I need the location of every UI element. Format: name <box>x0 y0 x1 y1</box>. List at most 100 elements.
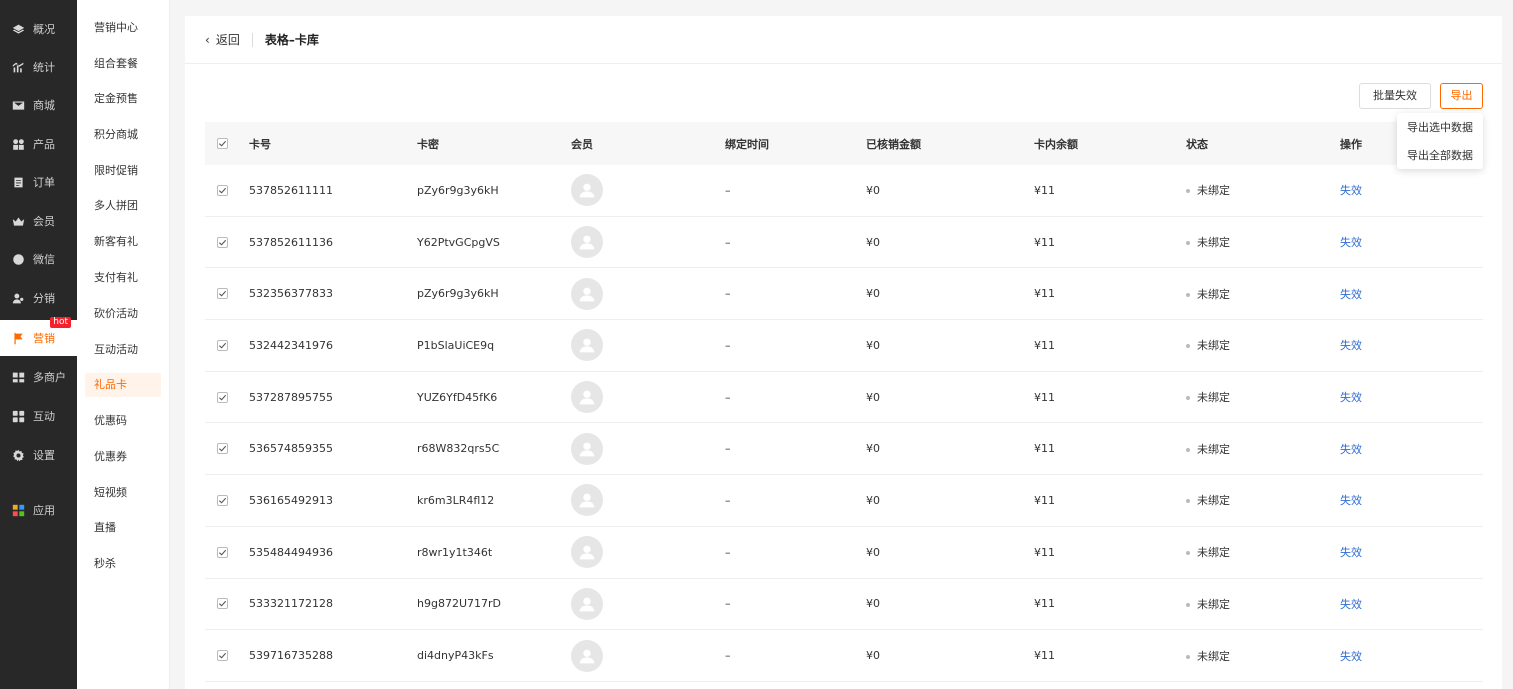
check-icon <box>218 497 227 504</box>
member-cell <box>571 277 725 310</box>
export-selected-item[interactable]: 导出选中数据 <box>1397 115 1483 141</box>
nav1-item-overview[interactable]: 概况 <box>0 11 77 47</box>
row-checkbox[interactable] <box>217 339 228 351</box>
row-checkbox[interactable] <box>217 494 228 506</box>
bind-time: – <box>725 390 731 404</box>
export-all-item[interactable]: 导出全部数据 <box>1397 143 1483 169</box>
nav1-item-stats[interactable]: 统计 <box>0 49 77 85</box>
status-cell: 未绑定 <box>1186 389 1340 405</box>
balance: ¥11 <box>1034 287 1055 301</box>
invalidate-link[interactable]: 失效 <box>1340 650 1362 663</box>
batch-invalidate-button[interactable]: 批量失效 <box>1359 83 1431 109</box>
row-checkbox-cell <box>205 184 249 196</box>
nav2-item-gift-card[interactable]: 礼品卡 <box>85 373 161 397</box>
nav2-item[interactable]: 营销中心 <box>85 16 161 40</box>
row-checkbox-cell <box>205 546 249 558</box>
member-cell <box>571 226 725 259</box>
status-cell: 未绑定 <box>1186 648 1340 664</box>
row-checkbox[interactable] <box>217 650 228 662</box>
user-icon <box>579 494 595 508</box>
nav1-item-members[interactable]: 会员 <box>0 203 77 239</box>
row-checkbox[interactable] <box>217 443 228 455</box>
page-header: ‹ 返回 表格–卡库 <box>185 16 1502 64</box>
card-password: r68W832qrs5C <box>417 442 500 456</box>
user-icon <box>579 545 595 560</box>
used-amount: ¥0 <box>866 442 880 456</box>
chart-icon <box>12 61 25 74</box>
op-cell: 失效 <box>1340 648 1483 664</box>
avatar <box>571 484 603 517</box>
wechat-icon <box>12 253 25 266</box>
invalidate-link[interactable]: 失效 <box>1340 598 1362 611</box>
invalidate-link[interactable]: 失效 <box>1340 184 1362 197</box>
row-checkbox[interactable] <box>217 391 228 403</box>
invalidate-link[interactable]: 失效 <box>1340 236 1362 249</box>
nav1-item-multi-merchant[interactable]: 多商户 <box>0 359 77 395</box>
export-button[interactable]: 导出 <box>1440 83 1483 109</box>
nav1-item-product[interactable]: 产品 <box>0 126 77 162</box>
row-checkbox[interactable] <box>217 598 228 610</box>
used-amount: ¥0 <box>866 390 880 404</box>
nav1-item-interaction[interactable]: 互动 <box>0 398 77 434</box>
balance: ¥11 <box>1034 545 1055 559</box>
row-checkbox[interactable] <box>217 288 228 300</box>
invalidate-link[interactable]: 失效 <box>1340 391 1362 404</box>
invalidate-link[interactable]: 失效 <box>1340 494 1362 507</box>
nav1-item-apps[interactable]: 应用 <box>0 492 77 528</box>
nav1-label: 分销 <box>33 292 55 305</box>
status-cell: 未绑定 <box>1186 596 1340 612</box>
invalidate-link[interactable]: 失效 <box>1340 443 1362 456</box>
back-button[interactable]: ‹ 返回 <box>205 31 240 48</box>
status-text: 未绑定 <box>1197 184 1230 198</box>
nav2-item[interactable]: 定金预售 <box>85 87 161 111</box>
avatar <box>571 432 603 465</box>
table-row: 537287895755 YUZ6YfD45fK6 – ¥0 ¥11 未绑定 失效 <box>205 372 1483 424</box>
nav2-item[interactable]: 砍价活动 <box>85 302 161 326</box>
nav1-item-marketing[interactable]: 营销 hot <box>0 317 77 356</box>
op-cell: 失效 <box>1340 234 1483 250</box>
invalidate-link[interactable]: 失效 <box>1340 339 1362 352</box>
nav2-item[interactable]: 限时促销 <box>85 159 161 183</box>
card-password: kr6m3LR4fl12 <box>417 493 495 507</box>
user-icon <box>579 183 595 198</box>
nav1-label: 互动 <box>33 410 55 423</box>
row-checkbox[interactable] <box>217 236 228 248</box>
check-icon <box>218 394 227 401</box>
invalidate-link[interactable]: 失效 <box>1340 546 1362 559</box>
card-password: YUZ6YfD45fK6 <box>417 390 498 404</box>
nav2-item[interactable]: 优惠券 <box>85 445 161 469</box>
nav1-item-orders[interactable]: 订单 <box>0 164 77 200</box>
invalidate-link[interactable]: 失效 <box>1340 288 1362 301</box>
bind-time: – <box>725 597 731 611</box>
balance: ¥11 <box>1034 597 1055 611</box>
status-text: 未绑定 <box>1197 649 1230 663</box>
nav2-item[interactable]: 互动活动 <box>85 338 161 362</box>
user-icon <box>579 235 595 250</box>
users-icon <box>12 292 25 305</box>
select-all-checkbox[interactable] <box>217 138 228 149</box>
table-row: 537852611136 Y62PtvGCpgVS – ¥0 ¥11 未绑定 失效 <box>205 217 1483 269</box>
row-checkbox[interactable] <box>217 184 228 196</box>
row-checkbox[interactable] <box>217 546 228 558</box>
nav2-item[interactable]: 积分商城 <box>85 123 161 147</box>
nav2-item[interactable]: 多人拼团 <box>85 194 161 218</box>
nav1-item-settings[interactable]: 设置 <box>0 437 77 473</box>
row-checkbox-cell <box>205 339 249 351</box>
status-text: 未绑定 <box>1197 339 1230 353</box>
header-used: 已核销金额 <box>866 137 921 151</box>
op-cell: 失效 <box>1340 596 1483 612</box>
status-cell: 未绑定 <box>1186 234 1340 250</box>
nav1-item-mall[interactable]: 商城 <box>0 87 77 123</box>
nav2-item[interactable]: 秒杀 <box>85 552 161 576</box>
nav1-item-distribution[interactable]: 分销 <box>0 280 77 316</box>
nav2-item[interactable]: 短视频 <box>85 481 161 505</box>
nav2-item[interactable]: 新客有礼 <box>85 230 161 254</box>
header-member: 会员 <box>571 137 593 151</box>
used-amount: ¥0 <box>866 597 880 611</box>
nav1-item-wechat[interactable]: 微信 <box>0 241 77 277</box>
avatar <box>571 536 603 569</box>
nav2-item[interactable]: 优惠码 <box>85 409 161 433</box>
nav2-item[interactable]: 直播 <box>85 516 161 540</box>
nav2-item[interactable]: 支付有礼 <box>85 266 161 290</box>
nav2-item[interactable]: 组合套餐 <box>85 52 161 76</box>
